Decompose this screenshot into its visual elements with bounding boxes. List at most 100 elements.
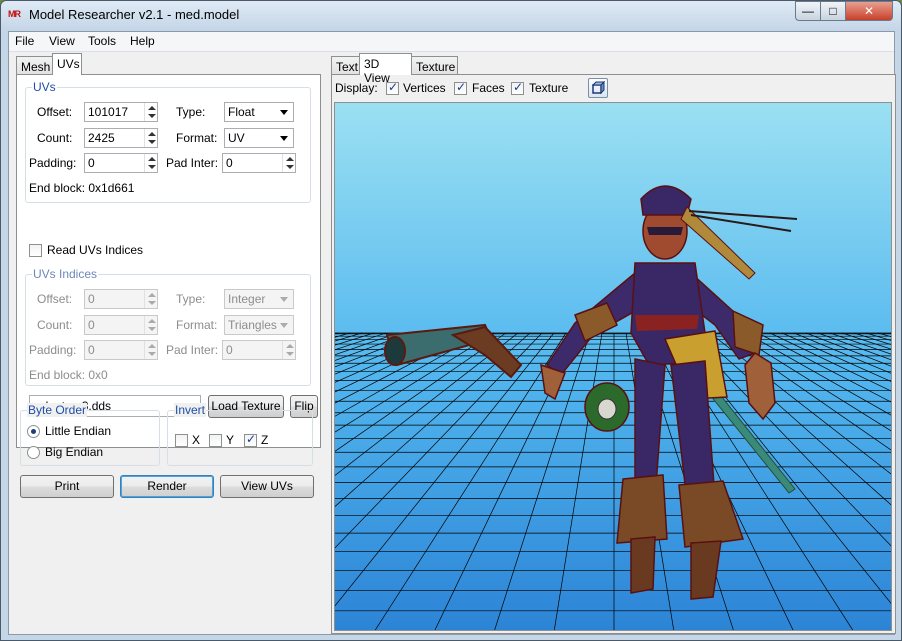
- indices-offset-value: 0: [88, 292, 95, 306]
- offset-value: 101017: [88, 105, 129, 119]
- indices-count-label: Count:: [37, 318, 73, 332]
- byte-order-group: Byte Order Little Endian Big Endian: [20, 403, 160, 466]
- indices-pad-inter-spinner-arrows[interactable]: [282, 341, 295, 359]
- arrow-up-icon: [286, 344, 294, 348]
- close-button[interactable]: ✕: [845, 1, 893, 21]
- menu-tools[interactable]: Tools: [88, 34, 116, 48]
- arrow-down-icon: [286, 352, 294, 356]
- title-bar[interactable]: MR Model Researcher v2.1 - med.model — □…: [1, 1, 901, 31]
- arrow-up-icon: [148, 132, 156, 136]
- pad-inter-label: Pad Inter:: [166, 156, 219, 170]
- indices-count-spinner[interactable]: 0: [84, 315, 158, 335]
- count-spinner-arrows[interactable]: [144, 129, 157, 147]
- indices-padding-label: Padding:: [29, 343, 77, 357]
- indices-pad-inter-label: Pad Inter:: [166, 343, 219, 357]
- indices-count-spinner-arrows[interactable]: [144, 316, 157, 334]
- arrow-up-icon: [148, 106, 156, 110]
- menu-view[interactable]: View: [49, 34, 75, 48]
- read-uvs-indices-label: Read UVs Indices: [47, 243, 144, 257]
- arrow-up-icon: [148, 293, 156, 297]
- offset-spinner[interactable]: 101017: [84, 102, 158, 122]
- indices-type-label: Type:: [176, 292, 206, 306]
- indices-type-select[interactable]: Integer: [224, 289, 294, 309]
- texture-label: Texture: [529, 81, 569, 95]
- uvs-indices-group: UVs Indices Offset: 0 Type: Integer Coun…: [25, 267, 311, 386]
- type-value: Float: [228, 105, 255, 119]
- arrow-down-icon: [148, 114, 156, 118]
- ground-grid: [335, 332, 891, 630]
- texture-checkbox[interactable]: [511, 80, 524, 95]
- padding-label: Padding:: [29, 156, 77, 170]
- tab-mesh[interactable]: Mesh: [16, 56, 53, 76]
- padding-value: 0: [88, 156, 95, 170]
- vertices-label: Vertices: [403, 81, 446, 95]
- indices-pad-inter-spinner[interactable]: 0: [222, 340, 296, 360]
- padding-spinner[interactable]: 0: [84, 153, 158, 173]
- app-logo-icon: MR: [8, 9, 21, 19]
- count-value: 2425: [88, 131, 115, 145]
- offset-label: Offset:: [37, 105, 73, 119]
- little-endian-radio[interactable]: [27, 425, 40, 438]
- app-window: MR Model Researcher v2.1 - med.model — □…: [0, 0, 902, 641]
- count-spinner[interactable]: 2425: [84, 128, 158, 148]
- tab-text[interactable]: Text: [331, 56, 360, 76]
- viewport-scene: [335, 185, 891, 630]
- arrow-down-icon: [148, 352, 156, 356]
- arrow-down-icon: [286, 165, 294, 169]
- indices-padding-value: 0: [88, 343, 95, 357]
- arrow-down-icon: [148, 165, 156, 169]
- type-select[interactable]: Float: [224, 102, 294, 122]
- tab-3d-view[interactable]: 3D View: [359, 53, 412, 85]
- indices-offset-spinner-arrows[interactable]: [144, 290, 157, 308]
- menu-bar: File View Tools Help: [9, 32, 894, 52]
- render-button[interactable]: Render: [120, 475, 214, 498]
- arrow-up-icon: [286, 157, 294, 161]
- reset-camera-button[interactable]: [588, 78, 608, 98]
- read-uvs-indices-checkbox[interactable]: [29, 244, 42, 257]
- indices-pad-inter-value: 0: [226, 343, 233, 357]
- indices-count-value: 0: [88, 318, 95, 332]
- type-label: Type:: [176, 105, 206, 119]
- invert-x-label: X: [192, 433, 201, 447]
- pad-inter-spinner[interactable]: 0: [222, 153, 296, 173]
- print-button[interactable]: Print: [20, 475, 114, 498]
- pad-inter-spinner-arrows[interactable]: [282, 154, 295, 172]
- pad-inter-value: 0: [226, 156, 233, 170]
- indices-padding-spinner-arrows[interactable]: [144, 341, 157, 359]
- faces-checkbox[interactable]: [454, 80, 467, 95]
- byte-order-title: Byte Order: [27, 403, 88, 417]
- arrow-down-icon: [148, 327, 156, 331]
- arrow-down-icon: [148, 301, 156, 305]
- indices-format-value: Triangles: [228, 318, 277, 332]
- invert-group: Invert X Y Z: [167, 403, 313, 466]
- faces-label: Faces: [472, 81, 505, 95]
- minimize-button[interactable]: —: [795, 1, 821, 21]
- invert-z-label: Z: [261, 433, 269, 447]
- window-title: Model Researcher v2.1 - med.model: [29, 7, 240, 22]
- menu-help[interactable]: Help: [130, 34, 155, 48]
- tab-texture[interactable]: Texture: [411, 56, 458, 76]
- chevron-down-icon: [280, 110, 288, 115]
- maximize-button[interactable]: □: [820, 1, 846, 21]
- invert-x-checkbox[interactable]: [175, 434, 188, 447]
- tab-uvs[interactable]: UVs: [52, 53, 82, 75]
- count-label: Count:: [37, 131, 73, 145]
- chevron-down-icon: [280, 136, 288, 141]
- 3d-viewport[interactable]: [334, 102, 892, 631]
- invert-z-checkbox[interactable]: [244, 432, 257, 447]
- chevron-down-icon: [280, 297, 288, 302]
- indices-format-select[interactable]: Triangles: [224, 315, 294, 335]
- cube-icon: [591, 80, 606, 95]
- menu-file[interactable]: File: [15, 34, 34, 48]
- chevron-down-icon: [280, 323, 288, 328]
- indices-padding-spinner[interactable]: 0: [84, 340, 158, 360]
- view-uvs-button[interactable]: View UVs: [220, 475, 314, 498]
- arrow-down-icon: [148, 140, 156, 144]
- format-select[interactable]: UV: [224, 128, 294, 148]
- big-endian-radio[interactable]: [27, 446, 40, 459]
- offset-spinner-arrows[interactable]: [144, 103, 157, 121]
- padding-spinner-arrows[interactable]: [144, 154, 157, 172]
- little-endian-label: Little Endian: [45, 424, 112, 438]
- indices-offset-spinner[interactable]: 0: [84, 289, 158, 309]
- invert-y-checkbox[interactable]: [209, 434, 222, 447]
